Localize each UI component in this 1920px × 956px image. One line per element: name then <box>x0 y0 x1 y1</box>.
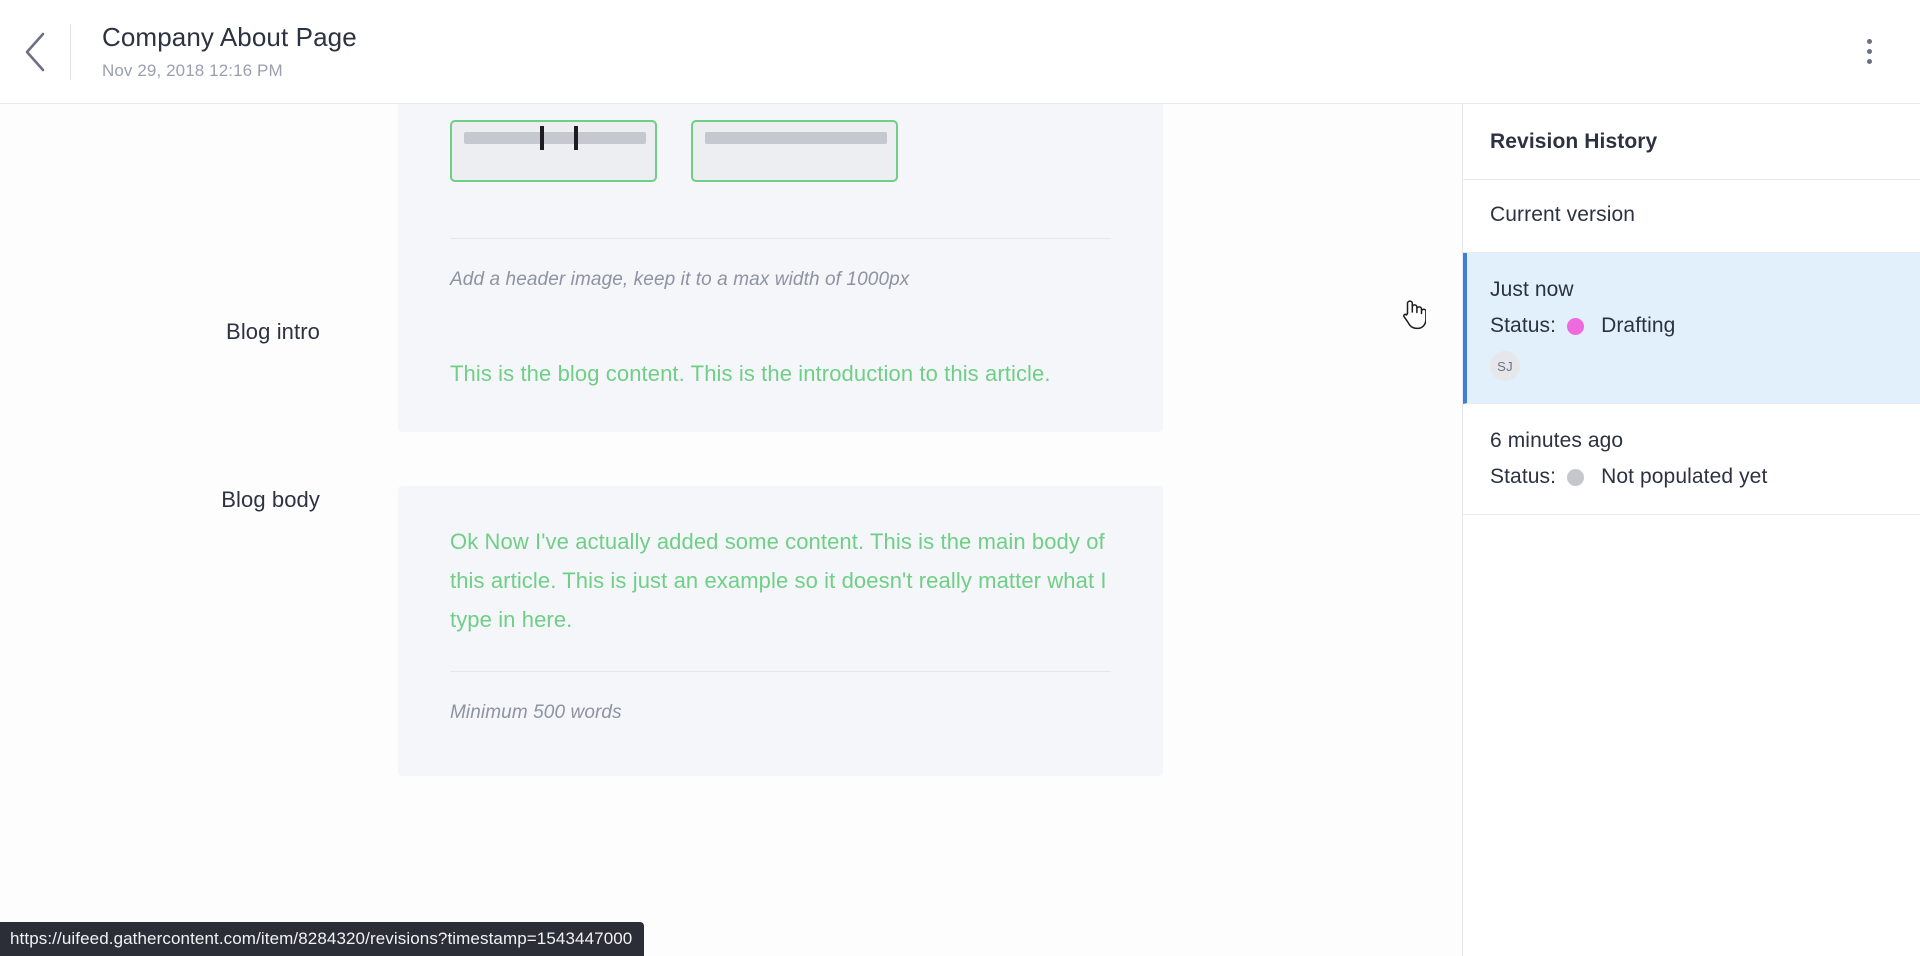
revision-history-sidebar: Revision History Current version Just no… <box>1462 104 1920 956</box>
status-dot-icon <box>1567 468 1585 486</box>
revision-item-current[interactable]: Current version <box>1463 180 1920 253</box>
revision-time: Just now <box>1490 278 1574 301</box>
revision-item-6-minutes-ago[interactable]: 6 minutes ago Status: Not populated yet <box>1463 404 1920 515</box>
field-blog-body: Blog body Ok Now I've actually added som… <box>0 486 1462 776</box>
image-thumbnail[interactable] <box>450 120 657 182</box>
field-value-card[interactable]: This is the blog content. This is the in… <box>398 318 1163 432</box>
revision-status-label: Status: <box>1490 465 1557 488</box>
revision-time: Current version <box>1490 203 1636 226</box>
browser-status-url-bar: https://uifeed.gathercontent.com/item/82… <box>0 922 645 956</box>
thumbnail-tick <box>574 126 578 150</box>
more-vertical-icon-dot <box>1866 39 1872 44</box>
header-image-field-card: Add a header image, keep it to a max wid… <box>398 104 1163 343</box>
more-options-button[interactable] <box>1842 25 1896 79</box>
field-hint-text: Minimum 500 words <box>450 702 622 723</box>
page-timestamp: Nov 29, 2018 12:16 PM <box>102 61 283 80</box>
revision-status-value: Not populated yet <box>1601 465 1768 488</box>
page-header: Company About Page Nov 29, 2018 12:16 PM <box>0 0 1920 104</box>
status-dot-icon <box>1567 317 1585 335</box>
field-blog-intro: Blog intro This is the blog content. Thi… <box>0 318 1462 432</box>
more-vertical-icon-dot <box>1866 59 1872 64</box>
content-area: Add a header image, keep it to a max wid… <box>0 104 1462 956</box>
header-text-block: Company About Page Nov 29, 2018 12:16 PM <box>102 20 357 83</box>
page-body: Add a header image, keep it to a max wid… <box>0 104 1920 956</box>
field-value-card[interactable]: Ok Now I've actually added some content.… <box>398 486 1163 776</box>
chevron-left-icon <box>22 31 48 73</box>
sidebar-title: Revision History <box>1490 129 1658 153</box>
revision-status-row: Status: Not populated yet <box>1490 462 1893 492</box>
status-url-text: https://uifeed.gathercontent.com/item/82… <box>10 929 633 948</box>
more-vertical-icon-dot <box>1866 49 1872 54</box>
field-label: Blog intro <box>226 319 320 344</box>
revision-history-page: Company About Page Nov 29, 2018 12:16 PM <box>0 0 1920 956</box>
revision-item-just-now[interactable]: Just now Status: Drafting SJ <box>1463 253 1920 404</box>
page-title: Company About Page <box>102 22 357 52</box>
header-image-thumbnails <box>398 104 1163 182</box>
field-value-text: This is the blog content. This is the in… <box>450 361 1051 386</box>
thumbnail-bar <box>464 132 646 144</box>
revision-status-label: Status: <box>1490 314 1557 337</box>
revision-status-value: Drafting <box>1601 314 1676 337</box>
field-value-text: Ok Now I've actually added some content.… <box>450 529 1107 632</box>
avatar[interactable]: SJ <box>1490 351 1520 381</box>
revision-status-row: Status: Drafting <box>1490 311 1893 341</box>
back-button[interactable] <box>0 0 70 104</box>
sidebar-header: Revision History <box>1463 104 1920 180</box>
revision-time: 6 minutes ago <box>1490 429 1624 452</box>
header-divider <box>70 23 71 80</box>
field-label: Blog body <box>221 487 320 512</box>
image-thumbnail[interactable] <box>691 120 898 182</box>
thumbnail-bar <box>705 132 887 144</box>
thumbnail-tick <box>540 126 544 150</box>
